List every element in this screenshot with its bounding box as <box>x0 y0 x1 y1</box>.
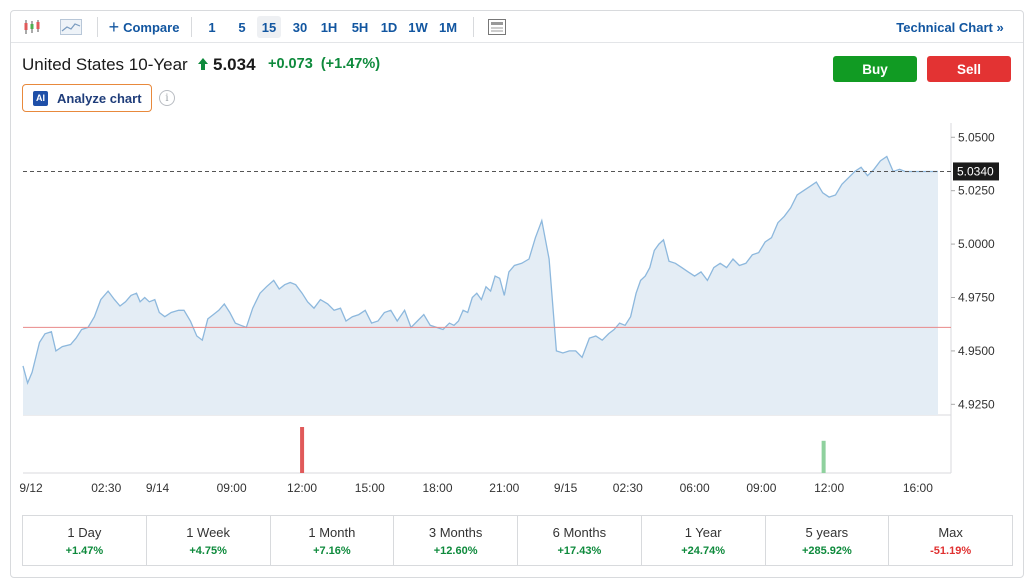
period-change: +4.75% <box>189 544 227 557</box>
x-tick-label: 21:00 <box>489 481 519 495</box>
x-tick-label: 02:30 <box>613 481 643 495</box>
x-tick-label: 9/15 <box>554 481 578 495</box>
period-cell[interactable]: 1 Month +7.16% <box>271 516 395 565</box>
period-label: 1 Week <box>186 524 231 540</box>
period-label: 6 Months <box>552 524 607 540</box>
period-cell[interactable]: 3 Months +12.60% <box>394 516 518 565</box>
period-change: -51.19% <box>930 544 972 557</box>
period-label: Max <box>938 524 963 540</box>
volume-bar <box>821 440 826 473</box>
period-label: 1 Month <box>308 524 356 540</box>
y-tick-label: 4.9250 <box>958 397 995 411</box>
y-tick-label: 5.0000 <box>958 237 995 251</box>
x-tick-label: 09:00 <box>746 481 776 495</box>
period-label: 3 Months <box>428 524 483 540</box>
period-cell[interactable]: 5 years +285.92% <box>766 516 890 565</box>
period-cell[interactable]: 6 Months +17.43% <box>518 516 642 565</box>
y-tick-label: 4.9750 <box>958 291 995 305</box>
y-tick-label: 5.0500 <box>958 130 995 144</box>
period-label: 1 Day <box>67 524 102 540</box>
x-tick-label: 09:00 <box>217 481 247 495</box>
period-cell[interactable]: 1 Day +1.47% <box>23 516 147 565</box>
period-change: +1.47% <box>65 544 104 557</box>
period-change: +24.74% <box>681 544 725 557</box>
x-tick-label: 9/14 <box>146 481 170 495</box>
chart-widget: + Compare 1 5 15 30 1H 5H 1D 1W 1M Technical Cha… <box>10 10 1024 578</box>
x-tick-label: 06:00 <box>680 481 710 495</box>
x-tick-label: 02:30 <box>91 481 121 495</box>
x-tick-label: 12:00 <box>814 481 844 495</box>
x-tick-label: 9/12 <box>19 481 43 495</box>
y-tick-label: 5.0250 <box>958 184 995 198</box>
period-change: +17.43% <box>557 544 602 557</box>
period-cell[interactable]: 1 Week +4.75% <box>147 516 271 565</box>
x-tick-label: 16:00 <box>903 481 933 495</box>
y-tick-label: 4.9500 <box>958 344 995 358</box>
period-change: +7.16% <box>313 544 351 557</box>
x-tick-label: 18:00 <box>422 481 452 495</box>
period-change: +285.92% <box>801 544 852 557</box>
period-label: 1 Year <box>684 524 722 540</box>
period-cell[interactable]: 1 Year +24.74% <box>642 516 766 565</box>
volume-bar <box>300 427 305 473</box>
x-tick-label: 15:00 <box>355 481 385 495</box>
performance-periods: 1 Day +1.47% 1 Week +4.75% 1 Month +7.16% 3 Mo… <box>22 515 1013 566</box>
period-label: 5 years <box>805 524 849 540</box>
x-tick-label: 12:00 <box>287 481 317 495</box>
period-cell[interactable]: Max -51.19% <box>889 516 1012 565</box>
price-chart[interactable]: 5.05005.02505.00004.97504.95004.9250Inve… <box>11 11 1025 511</box>
current-price-label: 5.0340 <box>957 164 994 178</box>
price-area <box>23 156 938 415</box>
period-change: +12.60% <box>433 544 478 557</box>
